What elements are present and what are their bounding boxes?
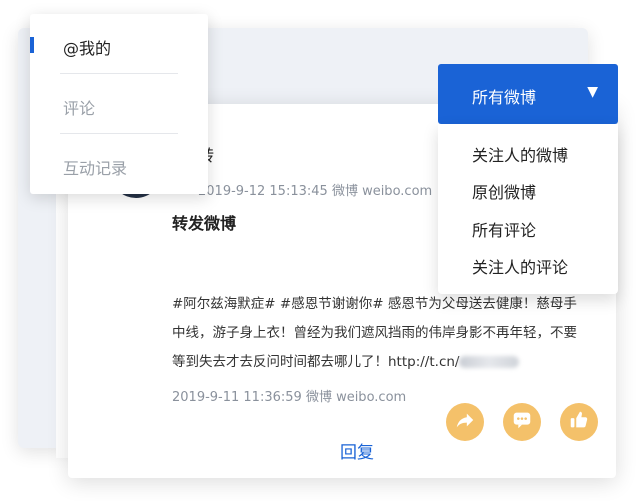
filter-option-following-comments[interactable]: 关注人的评论 (472, 254, 568, 278)
menu-divider (60, 133, 178, 134)
comment-button[interactable] (503, 403, 541, 441)
comment-icon (511, 409, 533, 435)
left-dropdown-menu: @我的 评论 互动记录 (30, 14, 208, 194)
blurred-link[interactable] (459, 356, 520, 368)
filter-option-following-weibo[interactable]: 关注人的微博 (472, 142, 568, 166)
filter-dropdown-menu: 关注人的微博 原创微博 所有评论 关注人的评论 (438, 124, 618, 294)
like-button[interactable] (560, 403, 598, 441)
filter-selected-label: 所有微博 (472, 88, 537, 107)
filter-dropdown-button[interactable]: 所有微博 ▼ (438, 64, 618, 124)
post-source: 微博 weibo.com (331, 184, 433, 199)
menu-item-comments[interactable]: 评论 (63, 95, 95, 119)
share-button[interactable] (446, 403, 484, 441)
caret-down-icon: ▼ (587, 84, 598, 100)
menu-divider (60, 73, 178, 74)
post-date-time: 2019-9-12 15:13:45 (198, 184, 328, 199)
share-icon (454, 409, 476, 435)
quoted-source: 微博 weibo.com (305, 390, 407, 405)
quoted-meta: 2019-9-11 11:36:59 微博 weibo.com (172, 386, 406, 405)
quoted-date-time: 2019-9-11 11:36:59 (172, 390, 302, 405)
filter-option-original-weibo[interactable]: 原创微博 (472, 179, 536, 203)
menu-item-mentions[interactable]: @我的 (63, 35, 111, 59)
like-icon (568, 409, 590, 435)
filter-option-all-comments[interactable]: 所有评论 (472, 217, 536, 241)
menu-item-interaction-history[interactable]: 互动记录 (63, 155, 127, 179)
post-meta: 2019-9-12 15:13:45 微博 weibo.com (198, 180, 432, 199)
active-indicator (30, 37, 34, 53)
reply-link[interactable]: 回复 (340, 438, 374, 463)
quoted-text: #阿尔兹海默症# #感恩节谢谢你# 感恩节为父母送去健康！慈母手中线，游子身上衣… (172, 290, 582, 377)
post-title: 转发微博 (172, 214, 237, 233)
